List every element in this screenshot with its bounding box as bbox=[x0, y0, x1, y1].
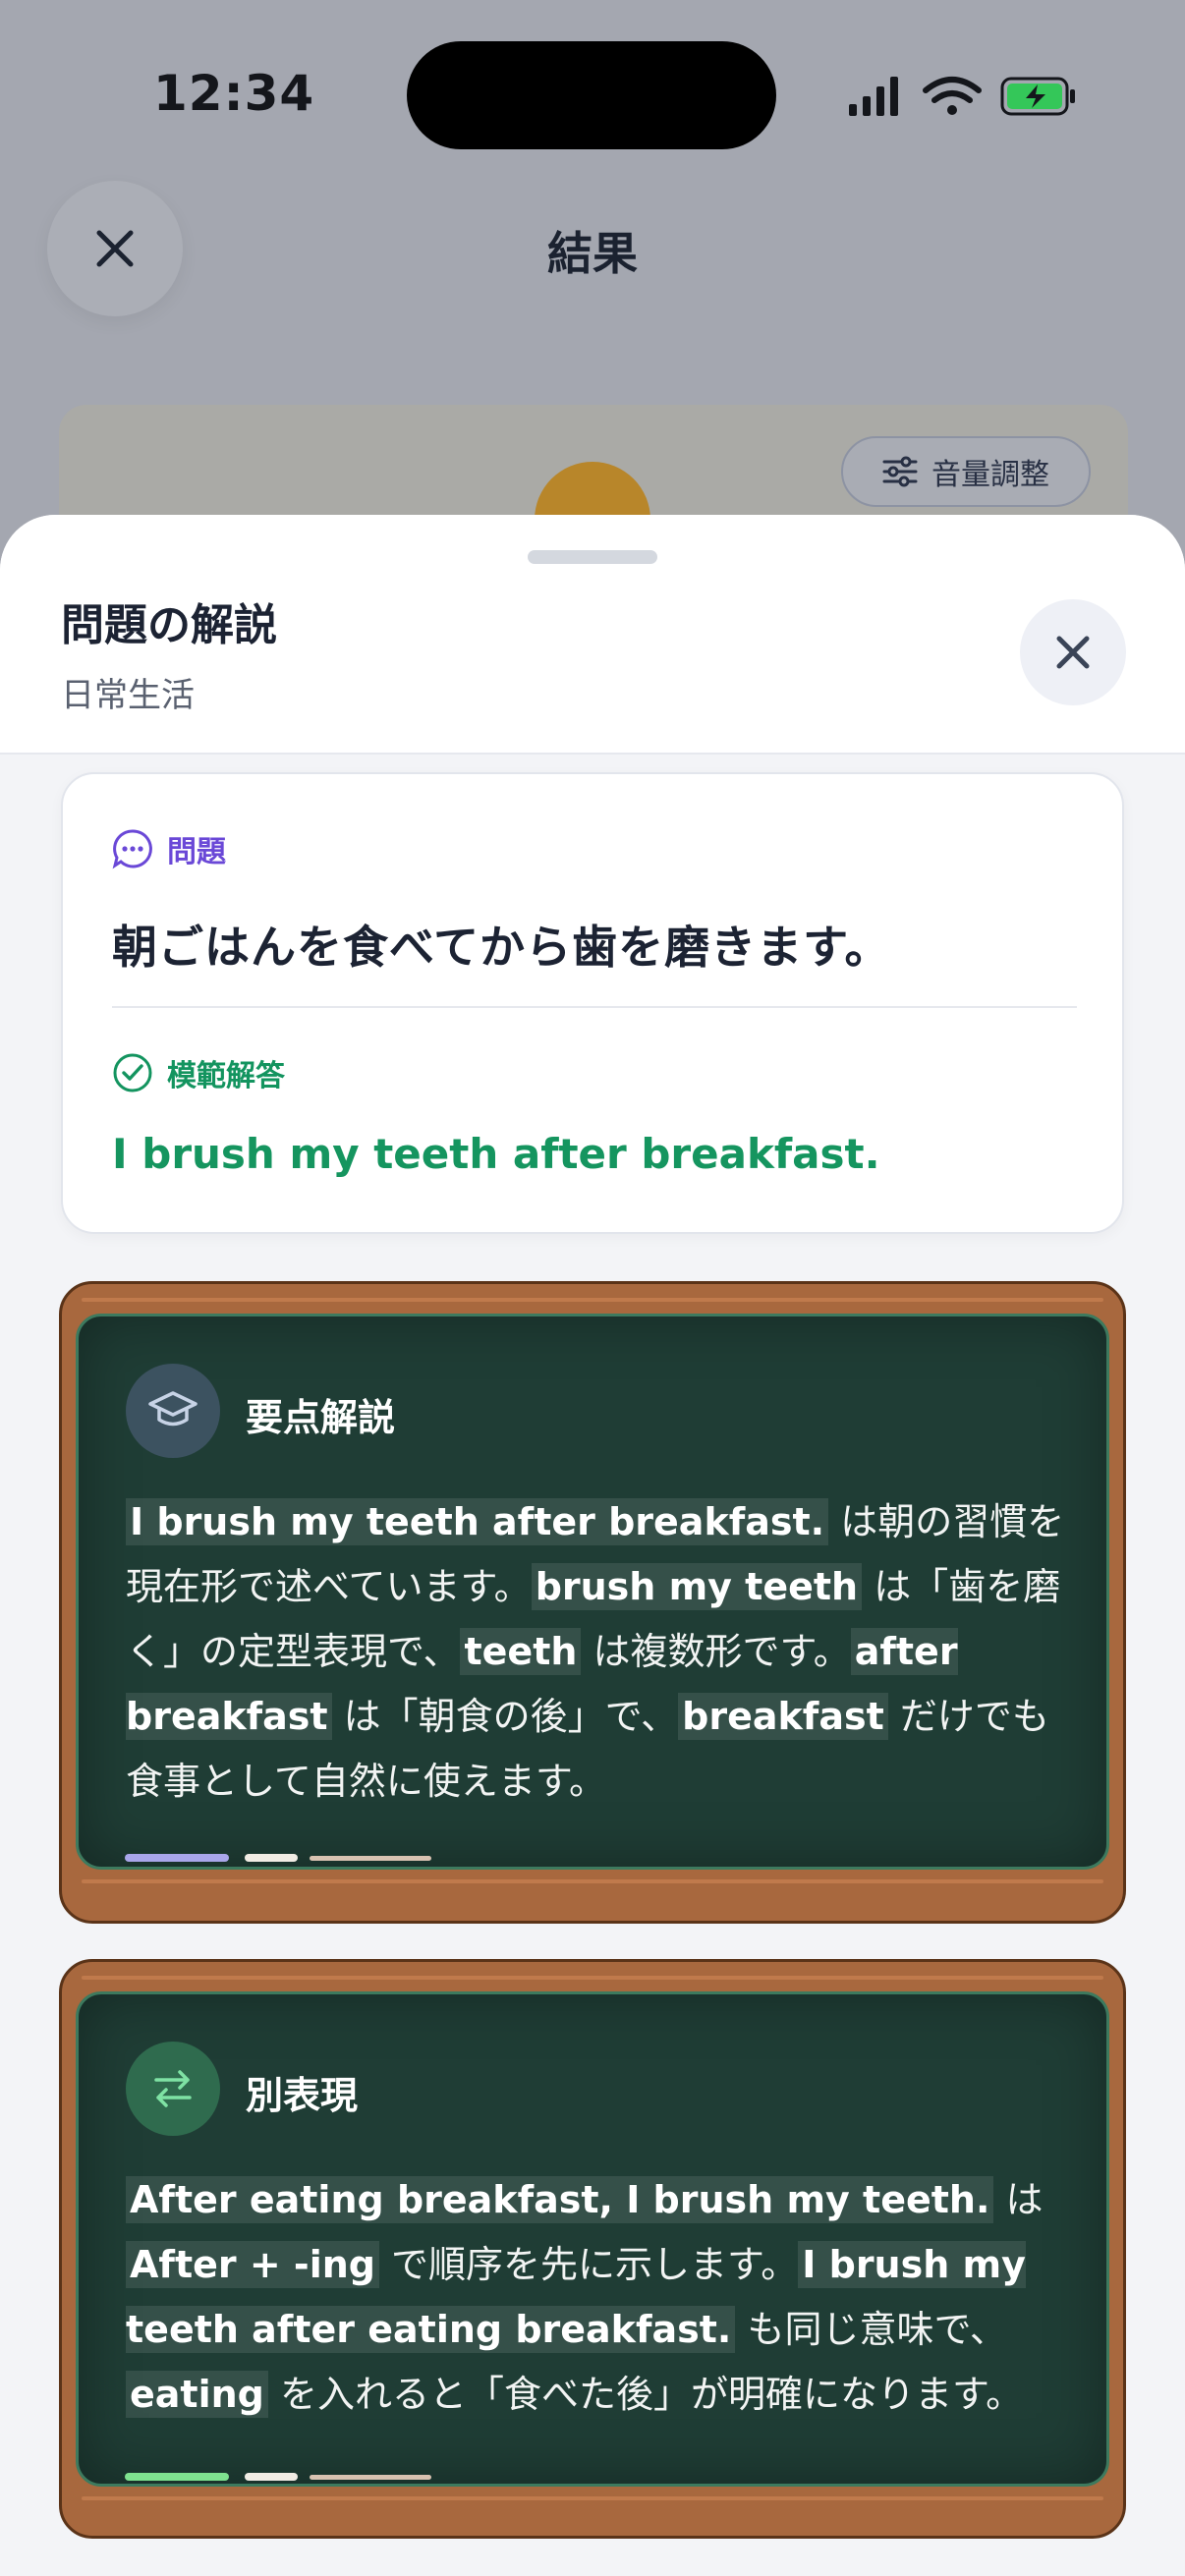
text-segment: は「朝食の後」で、 bbox=[331, 1695, 679, 1738]
highlighted-phrase: After + -ing bbox=[126, 2241, 379, 2288]
chalkboard: 別表現 After eating breakfast, I brush my t… bbox=[76, 1991, 1109, 2487]
key-points-title: 要点解説 bbox=[246, 1396, 396, 1439]
sheet-header: 問題の解説 日常生活 bbox=[0, 515, 1185, 755]
highlighted-phrase: breakfast bbox=[678, 1693, 888, 1740]
highlighted-phrase: I brush my teeth after breakfast. bbox=[126, 1498, 829, 1545]
key-points-board: 要点解説 I brush my teeth after breakfast. は… bbox=[59, 1281, 1126, 1924]
text-segment: を入れると「食べた後」が明確になります。 bbox=[267, 2373, 1024, 2416]
frame-trim bbox=[82, 1298, 1103, 1302]
sliders-icon bbox=[882, 456, 918, 487]
chalk-line bbox=[310, 1856, 431, 1861]
text-segment: も同じ意味で、 bbox=[735, 2308, 1007, 2351]
wifi-dot bbox=[947, 105, 957, 115]
volume-button-label: 音量調整 bbox=[931, 458, 1049, 492]
question-text: 朝ごはんを食べてから歯を磨きます。 bbox=[112, 921, 891, 974]
chat-bubble-icon bbox=[112, 829, 152, 869]
highlighted-phrase: eating bbox=[126, 2371, 268, 2418]
question-answer-card: 問題 朝ごはんを食べてから歯を磨きます。 模範解答 I brush my tee… bbox=[61, 772, 1124, 1234]
alternative-text: After eating breakfast, I brush my teeth… bbox=[126, 2167, 1069, 2427]
background-screen: 12:34 結果 音量調整 bbox=[0, 0, 1185, 660]
chalk-piece bbox=[125, 1854, 229, 1862]
sheet-close-button[interactable] bbox=[1020, 599, 1126, 705]
alternative-title: 別表現 bbox=[246, 2074, 359, 2117]
signal-icon bbox=[849, 77, 898, 116]
highlighted-phrase: brush my teeth bbox=[531, 1563, 863, 1610]
sheet-category: 日常生活 bbox=[61, 676, 195, 715]
chalkboard: 要点解説 I brush my teeth after breakfast. は… bbox=[76, 1314, 1109, 1870]
alternative-expression-board: 別表現 After eating breakfast, I brush my t… bbox=[59, 1959, 1126, 2539]
chalk-piece bbox=[125, 2473, 229, 2481]
highlighted-phrase: teeth bbox=[460, 1628, 582, 1675]
wifi-icon bbox=[923, 77, 982, 103]
dynamic-island bbox=[407, 41, 776, 149]
battery-icon bbox=[1000, 77, 1075, 116]
question-label: 問題 bbox=[167, 835, 226, 869]
status-icons bbox=[849, 77, 1075, 116]
results-title: 結果 bbox=[547, 227, 638, 280]
model-answer-text: I brush my teeth after breakfast. bbox=[112, 1130, 880, 1178]
highlighted-phrase: After eating breakfast, I brush my teeth… bbox=[126, 2176, 994, 2223]
answer-label-row: 模範解答 bbox=[112, 1051, 285, 1094]
key-points-text: I brush my teeth after breakfast. は朝の習慣を… bbox=[126, 1489, 1069, 1814]
sheet-title: 問題の解説 bbox=[61, 600, 277, 650]
question-label-row: 問題 bbox=[112, 827, 226, 870]
graduation-cap-icon bbox=[126, 1364, 220, 1458]
text-segment: は複数形です。 bbox=[581, 1630, 851, 1673]
divider bbox=[112, 1006, 1077, 1008]
swap-arrows-icon bbox=[126, 2042, 220, 2136]
close-icon bbox=[1056, 636, 1090, 669]
volume-button[interactable]: 音量調整 bbox=[841, 436, 1091, 507]
sheet-grabber[interactable] bbox=[528, 550, 657, 564]
frame-trim bbox=[82, 2496, 1103, 2500]
text-segment: で順序を先に示します。 bbox=[378, 2243, 799, 2286]
answer-label: 模範解答 bbox=[167, 1059, 285, 1093]
frame-trim bbox=[82, 1879, 1103, 1883]
chalk-line bbox=[310, 2475, 431, 2480]
status-time: 12:34 bbox=[153, 65, 315, 122]
frame-trim bbox=[82, 1976, 1103, 1980]
check-circle-icon bbox=[113, 1053, 152, 1092]
chalk-piece bbox=[245, 1854, 298, 1862]
text-segment: は bbox=[993, 2178, 1044, 2221]
chalk-piece bbox=[245, 2473, 298, 2481]
